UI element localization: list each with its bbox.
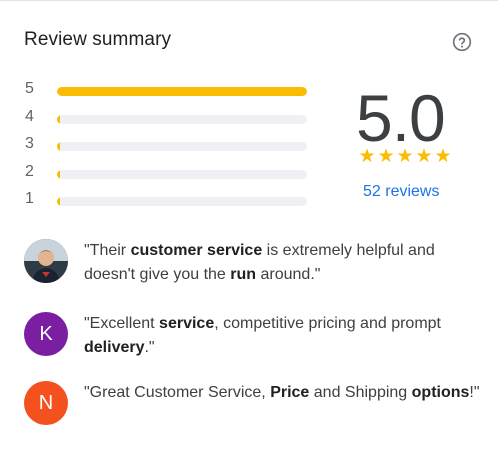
rating-row-label: 2: [25, 162, 34, 180]
rating-distribution: 5 4 3 2 1: [24, 79, 314, 217]
rating-row-5[interactable]: 5: [24, 79, 314, 107]
rating-row-label: 3: [25, 135, 34, 152]
snippet-fragment: "Great Customer Service,: [84, 384, 271, 401]
highlighted-keyword: run: [230, 266, 257, 283]
snippet-fragment: "Excellent: [84, 315, 160, 332]
star-icon: ★: [358, 146, 376, 167]
reviews-count-link[interactable]: 52 reviews: [363, 183, 439, 201]
rating-bar-fill: [57, 197, 60, 206]
rating-bar-fill: [57, 87, 307, 96]
snippet-fragment: .": [144, 339, 155, 356]
highlighted-keyword: Price: [270, 384, 310, 401]
reviewer-initial-avatar: N: [24, 381, 68, 425]
rating-row-1[interactable]: 1: [24, 189, 314, 217]
star-icon: ★: [377, 146, 395, 167]
highlighted-keyword: service: [159, 315, 215, 332]
review-snippet-text: "Great Customer Service, Price and Shipp…: [84, 381, 484, 405]
average-rating: 5.0: [356, 81, 446, 155]
star-rating: ★ ★ ★ ★ ★: [358, 147, 452, 166]
rating-bar-track: [57, 169, 307, 179]
rating-bar-track: [57, 114, 307, 124]
rating-bar-fill: [57, 169, 60, 179]
snippet-fragment: "Their: [84, 242, 131, 259]
snippet-fragment: , competitive pricing and prompt: [214, 315, 441, 332]
rating-row-3[interactable]: 3: [24, 134, 314, 162]
snippet-fragment: !": [469, 384, 480, 401]
rating-bar-track: [57, 197, 307, 206]
review-summary-card: Review summary 54321 5.0 ★ ★ ★ ★ ★ 52 review…: [0, 0, 498, 449]
reviewer-photo-avatar: [24, 239, 68, 283]
rating-row-label: 1: [25, 190, 34, 207]
rating-row-label: 4: [25, 107, 34, 125]
rating-row-2[interactable]: 2: [24, 162, 314, 190]
reviewer-initial-avatar: K: [24, 312, 68, 356]
highlighted-keyword: options: [411, 384, 470, 401]
highlighted-keyword: delivery: [84, 339, 145, 356]
rating-bar-track: [57, 87, 307, 96]
star-icon: ★: [396, 146, 414, 167]
help-circle-icon[interactable]: [452, 32, 472, 52]
rating-bar-fill: [57, 114, 60, 124]
star-icon: ★: [434, 146, 452, 167]
rating-bar-track: [57, 142, 307, 151]
snippet-fragment: and Shipping: [309, 384, 412, 401]
star-icon: ★: [415, 146, 433, 167]
review-snippet-text: "Excellent service, competitive pricing …: [84, 312, 484, 360]
rating-row-4[interactable]: 4: [24, 107, 314, 135]
rating-bar-fill: [57, 142, 60, 151]
rating-row-label: 5: [25, 80, 34, 97]
highlighted-keyword: customer service: [130, 242, 263, 259]
review-snippet-text: "Their customer service is extremely hel…: [84, 239, 484, 287]
snippet-fragment: around.": [256, 266, 321, 283]
review-summary-title: Review summary: [24, 29, 172, 50]
